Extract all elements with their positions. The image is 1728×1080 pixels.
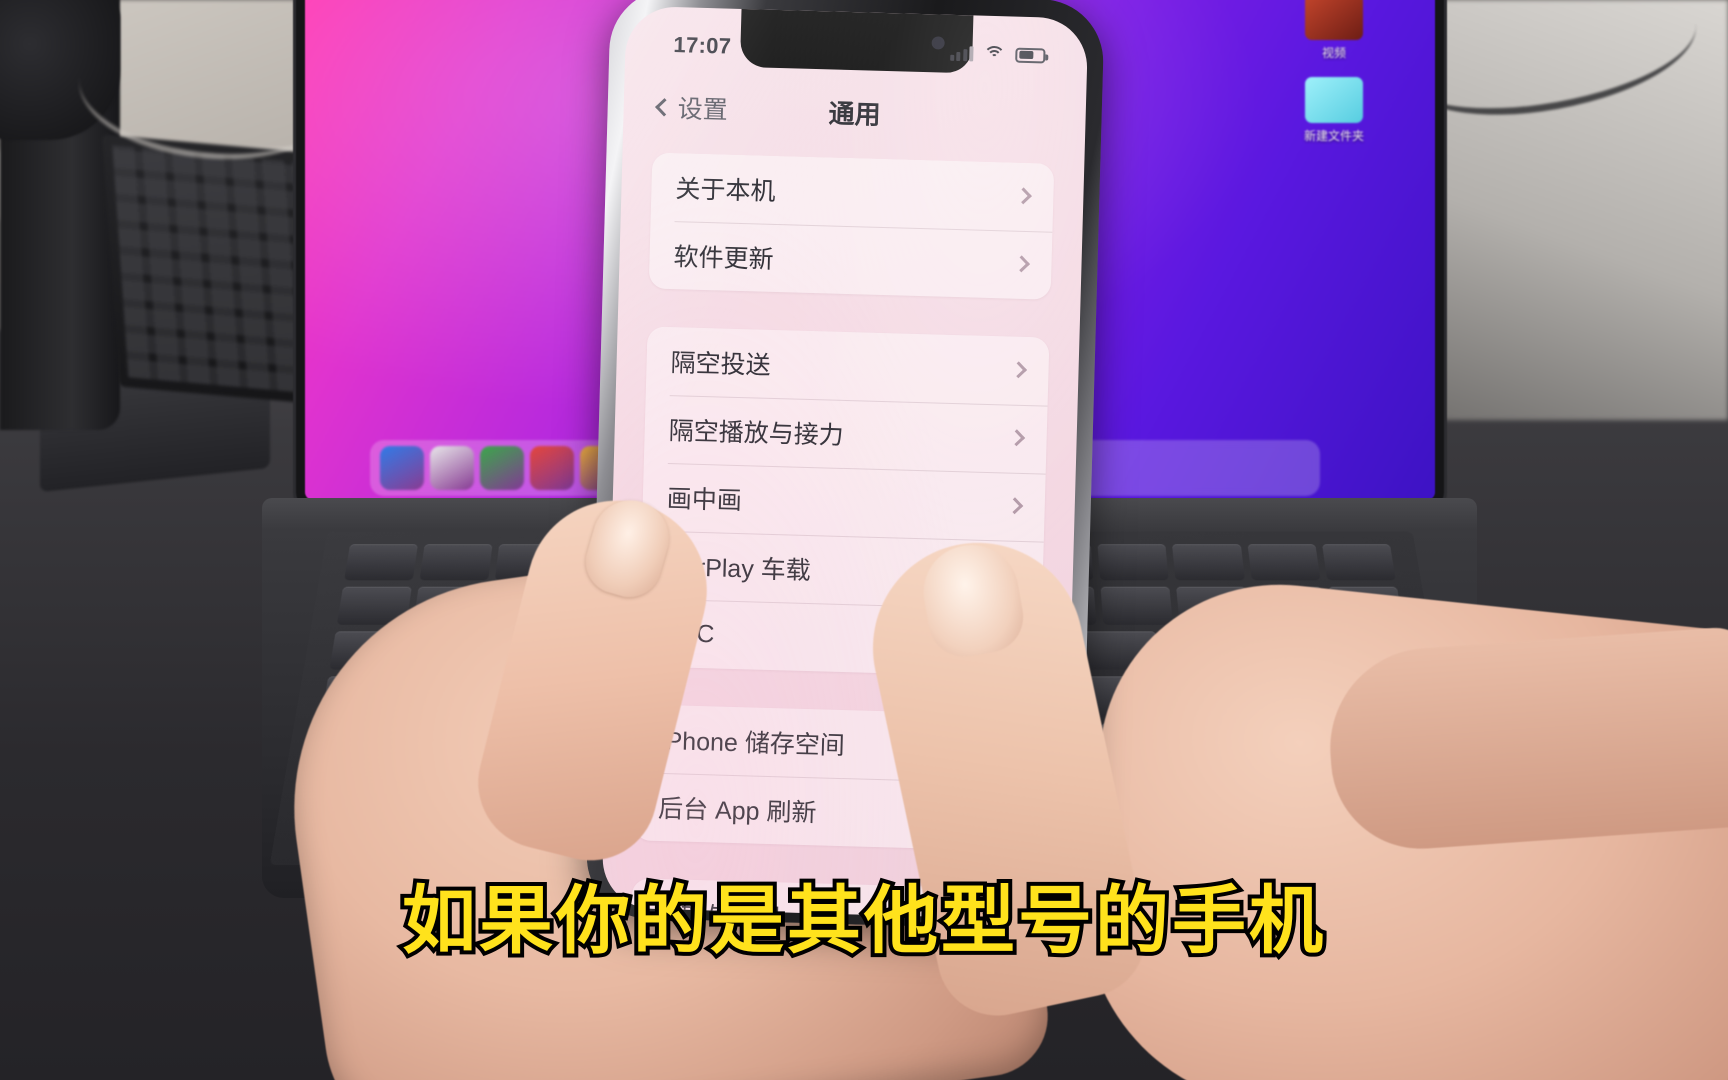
video-caption: 如果你的是其他型号的手机 bbox=[398, 874, 1327, 968]
chevron-left-icon bbox=[655, 97, 674, 117]
signal-bars-icon bbox=[949, 45, 974, 62]
hand-right-lower bbox=[1323, 625, 1728, 855]
desktop-icon-thumb bbox=[1305, 0, 1363, 40]
settings-row-label: iPhone 储存空间 bbox=[659, 726, 846, 761]
chevron-right-icon bbox=[1006, 497, 1024, 515]
desktop-icon[interactable]: 新建文件夹 bbox=[1291, 77, 1377, 144]
navigation-bar: 设置 通用 bbox=[623, 68, 1087, 157]
keyboard-key[interactable] bbox=[1100, 587, 1174, 625]
chevron-right-icon bbox=[1008, 429, 1026, 447]
folder-icon bbox=[1305, 77, 1363, 123]
settings-group: 关于本机 软件更新 bbox=[648, 152, 1055, 300]
settings-row[interactable]: 软件更新 bbox=[649, 220, 1053, 299]
screenshot-scene: 视频 新建文件夹 command option 17:07 bbox=[0, 0, 1728, 1080]
desktop-icons: 视频 新建文件夹 bbox=[1291, 0, 1377, 160]
keyboard-key[interactable] bbox=[1247, 544, 1321, 581]
keyboard-key[interactable] bbox=[419, 544, 493, 581]
chevron-right-icon bbox=[1014, 187, 1032, 205]
settings-row-label: 后台 App 刷新 bbox=[657, 794, 817, 828]
back-button[interactable]: 设置 bbox=[655, 89, 729, 127]
chevron-right-icon bbox=[1013, 255, 1030, 273]
dock-icon[interactable] bbox=[380, 446, 424, 490]
battery-icon bbox=[1015, 47, 1046, 63]
settings-row-label: 画中画 bbox=[666, 485, 743, 516]
dock-icon[interactable] bbox=[480, 446, 524, 490]
dock-icon[interactable] bbox=[430, 446, 474, 490]
status-indicators bbox=[949, 44, 1046, 68]
settings-row-label: 隔空播放与接力 bbox=[668, 417, 845, 450]
keyboard-key[interactable] bbox=[1172, 544, 1245, 581]
page-title: 通用 bbox=[828, 97, 882, 130]
back-button-label: 设置 bbox=[677, 95, 729, 125]
settings-row-label: 隔空投送 bbox=[670, 349, 771, 380]
keyboard-key[interactable] bbox=[344, 544, 419, 581]
settings-row[interactable]: 关于本机 bbox=[651, 153, 1055, 232]
settings-row[interactable]: 画中画 bbox=[642, 462, 1046, 541]
settings-row-label: 关于本机 bbox=[675, 175, 776, 206]
keyboard-key[interactable] bbox=[1097, 544, 1170, 581]
wifi-icon bbox=[982, 45, 1006, 68]
settings-row[interactable]: 隔空播放与接力 bbox=[644, 394, 1048, 473]
status-bar: 17:07 bbox=[625, 6, 1089, 81]
settings-row-label: 软件更新 bbox=[673, 243, 774, 274]
status-time: 17:07 bbox=[673, 32, 732, 59]
desktop-icon-label: 新建文件夹 bbox=[1303, 129, 1364, 143]
desktop-icon[interactable]: 视频 bbox=[1291, 0, 1377, 61]
dock-icon[interactable] bbox=[530, 446, 574, 490]
chevron-right-icon bbox=[1010, 361, 1028, 379]
keyboard-key[interactable] bbox=[1321, 544, 1397, 581]
settings-row[interactable]: 隔空投送 bbox=[646, 326, 1050, 405]
desktop-icon-label: 视频 bbox=[1321, 46, 1346, 60]
